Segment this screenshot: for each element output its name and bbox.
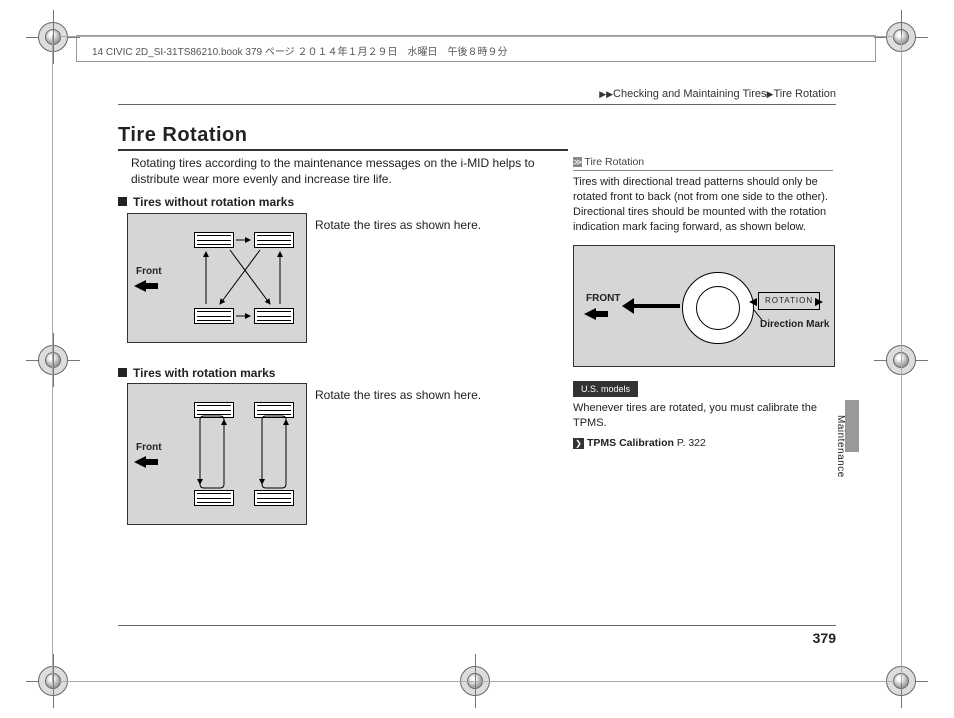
arrow-left-icon — [749, 298, 757, 306]
sidebar-text: Tires with directional tread patterns sh… — [573, 175, 833, 234]
tire-icon — [194, 232, 234, 248]
breadcrumb: ▶▶Checking and Maintaining Tires▶Tire Ro… — [599, 88, 836, 100]
sidebar-title-text: Tire Rotation — [584, 156, 644, 168]
front-label: Front — [136, 442, 162, 453]
front-label: FRONT — [586, 292, 620, 306]
tire-icon — [194, 308, 234, 324]
page-title: Tire Rotation — [118, 124, 568, 151]
cross-reference-page: P. 322 — [677, 437, 706, 449]
direction-mark-label: Direction Mark — [760, 318, 829, 332]
cross-reference-label: TPMS Calibration — [587, 437, 674, 449]
region-badge: U.S. models — [573, 381, 638, 397]
section-text: Rotate the tires as shown here. — [315, 218, 481, 232]
arrow-left-icon — [584, 308, 596, 320]
rotation-diagram-with-marks: Front — [127, 383, 307, 525]
registration-mark-icon — [38, 345, 68, 375]
arrow-left-icon — [134, 456, 146, 468]
arrow-left-icon — [134, 280, 146, 292]
direction-mark-diagram: FRONT ROTATION Direction Mark — [573, 245, 835, 367]
tire-icon — [254, 490, 294, 506]
section-heading-text: Tires with rotation marks — [133, 366, 275, 380]
tire-icon — [254, 402, 294, 418]
square-bullet-icon — [118, 197, 127, 206]
section-text: Rotate the tires as shown here. — [315, 388, 481, 402]
section-heading: Tires without rotation marks — [118, 195, 294, 209]
chevron-icon: ▶▶ — [599, 89, 613, 99]
link-icon: ❯ — [573, 438, 584, 449]
sidebar-note: Whenever tires are rotated, you must cal… — [573, 401, 833, 431]
section-tab — [845, 400, 859, 452]
breadcrumb-segment: Tire Rotation — [773, 88, 836, 100]
intro-text: Rotating tires according to the maintena… — [131, 155, 551, 187]
chevron-icon: ≫ — [573, 157, 582, 167]
tire-icon — [194, 402, 234, 418]
rotation-label: ROTATION — [758, 292, 820, 311]
section-heading: Tires with rotation marks — [118, 366, 275, 380]
crop-line — [901, 35, 902, 683]
cross-reference: ❯TPMS Calibration P. 322 — [573, 436, 833, 450]
sidebar-title: ≫Tire Rotation — [573, 155, 833, 171]
wheel-icon — [682, 272, 754, 344]
divider — [118, 104, 836, 105]
registration-mark-icon — [38, 22, 68, 52]
front-label: Front — [136, 266, 162, 277]
section-heading-text: Tires without rotation marks — [133, 195, 294, 209]
tire-icon — [254, 232, 294, 248]
page-number: 379 — [813, 630, 836, 646]
sidebar: ≫Tire Rotation Tires with directional tr… — [573, 155, 833, 451]
crop-line — [52, 35, 53, 683]
square-bullet-icon — [118, 368, 127, 377]
crop-line — [60, 681, 894, 682]
rotation-label-text: ROTATION — [765, 296, 813, 305]
arrow-right-icon — [815, 298, 823, 306]
header-strip: 14 CIVIC 2D_SI-31TS86210.book 379 ページ ２０… — [92, 43, 507, 58]
rotation-diagram-no-marks: Front — [127, 213, 307, 343]
section-tab-label: Maintenance — [835, 415, 846, 478]
tire-icon — [254, 308, 294, 324]
tire-icon — [194, 490, 234, 506]
divider — [118, 625, 836, 626]
breadcrumb-segment: Checking and Maintaining Tires — [613, 88, 766, 100]
